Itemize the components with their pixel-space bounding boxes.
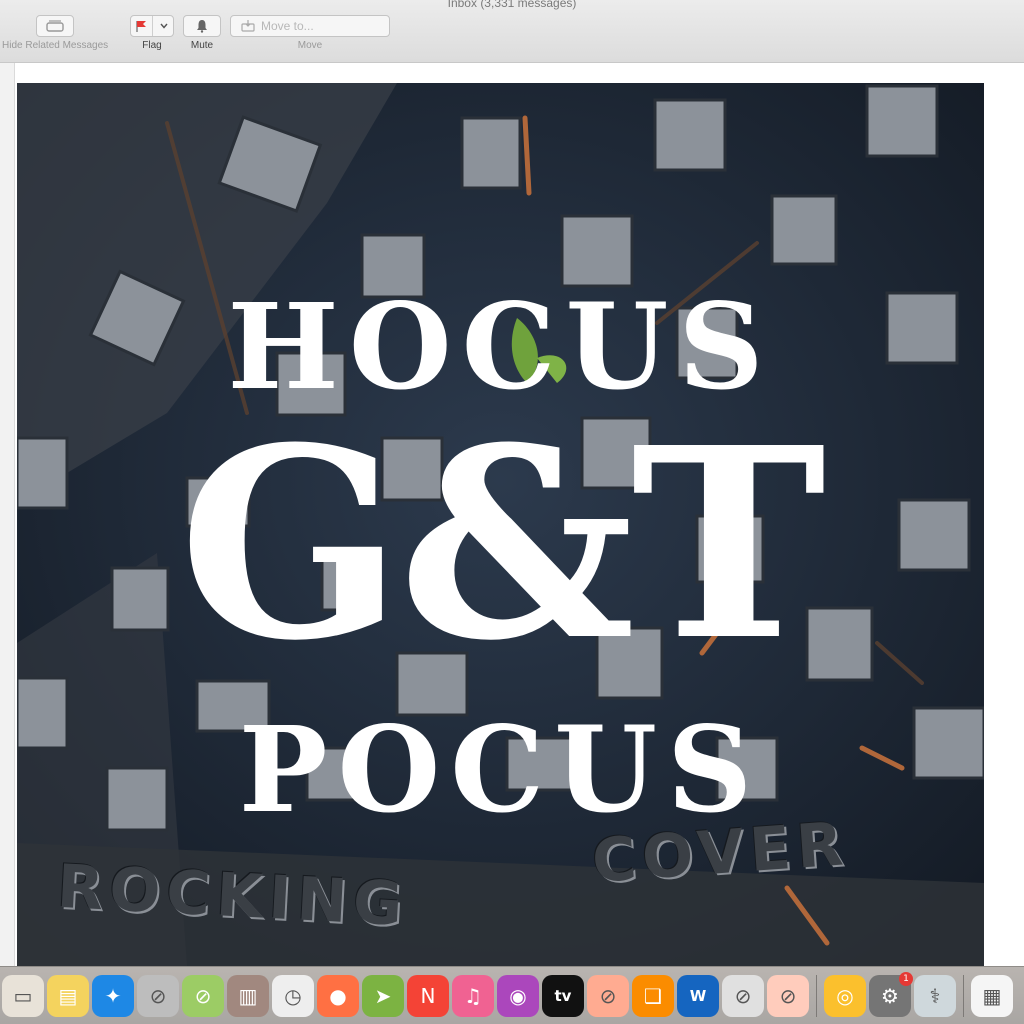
mail-toolbar: Inbox (3,331 messages) Hide Related Mess…: [0, 0, 1024, 63]
stethoscope-icon: ⚕: [929, 983, 941, 1008]
stack-icon: [46, 20, 64, 32]
dock-word[interactable]: W: [677, 974, 719, 1017]
firefox-icon: ●: [329, 983, 347, 1008]
dock-chrome[interactable]: ◎: [824, 974, 866, 1017]
dock-system-preferences[interactable]: ⚙ 1: [869, 971, 913, 1017]
dock-books[interactable]: ❑: [632, 974, 674, 1017]
prohibited-icon: ⊘: [149, 983, 167, 1008]
dock-disabled-app-1[interactable]: ⊘: [137, 974, 179, 1017]
flag-group[interactable]: Flag: [130, 15, 174, 51]
move-placeholder: Move to...: [261, 19, 314, 33]
word-icon: W: [689, 986, 707, 1005]
mute-label: Mute: [190, 40, 214, 51]
flag-label: Flag: [142, 40, 162, 51]
mute-group[interactable]: Mute: [183, 15, 221, 51]
document-icon: ▭: [13, 983, 33, 1008]
notebook-icon: ▥: [238, 983, 258, 1008]
podcasts-icon: ◉: [509, 983, 527, 1008]
prohibited-icon: ⊘: [194, 983, 212, 1008]
dock-stickies[interactable]: ▤: [47, 974, 89, 1017]
music-icon: ♫: [464, 983, 482, 1008]
notification-badge: 1: [899, 971, 913, 986]
dock-notebook-app[interactable]: ▥: [227, 974, 269, 1017]
prohibited-icon: ⊘: [599, 983, 617, 1008]
move-to-field[interactable]: Move to...: [230, 15, 390, 37]
dock-disabled-app-3[interactable]: ⊘: [587, 974, 629, 1017]
chrome-icon: ◎: [836, 983, 854, 1008]
news-icon: N: [420, 983, 436, 1008]
dock-disabled-app-5[interactable]: ⊘: [767, 974, 809, 1017]
book-icon: ❑: [644, 983, 662, 1008]
gear-icon: ⚙: [881, 983, 899, 1008]
move-group[interactable]: Move to... Move: [230, 15, 390, 51]
flag-button[interactable]: [130, 15, 174, 37]
compass-icon: ✦: [104, 983, 122, 1008]
dock-maps[interactable]: ➤: [362, 974, 404, 1017]
chevron-down-icon[interactable]: [153, 16, 175, 36]
maps-icon: ➤: [374, 983, 392, 1008]
hide-related-group[interactable]: Hide Related Messages: [2, 15, 108, 51]
dock-safari[interactable]: ✦: [92, 974, 134, 1017]
title-line-pocus: POCUS: [238, 700, 763, 839]
clock-icon: ◷: [284, 983, 302, 1008]
dock-music[interactable]: ♫: [452, 974, 494, 1017]
prohibited-icon: ⊘: [734, 983, 752, 1008]
album-artwork: ROCKING COVER HOCUS G&T POCUS: [17, 83, 984, 966]
dock-separator: [963, 974, 964, 1017]
dock-screenshot-thumbnail[interactable]: ▦: [971, 974, 1013, 1017]
message-list-edge: [0, 63, 15, 966]
tray-arrow-icon: [241, 20, 255, 32]
image-thumbnail-icon: ▦: [982, 983, 1002, 1008]
flag-icon: [130, 16, 152, 36]
dock-disabled-app-4[interactable]: ⊘: [722, 974, 764, 1017]
title-line-hocus: HOCUS: [227, 277, 774, 416]
window-title: Inbox (3,331 messages): [447, 0, 577, 10]
hide-related-button[interactable]: [36, 15, 75, 37]
prohibited-icon: ⊘: [779, 983, 797, 1008]
tv-icon: tv: [554, 986, 572, 1005]
message-body: ROCKING COVER HOCUS G&T POCUS: [0, 63, 1024, 966]
dock-separator: [816, 974, 817, 1017]
dock-disabled-app-2[interactable]: ⊘: [182, 974, 224, 1017]
mute-button[interactable]: [183, 15, 221, 37]
dock-apple-tv[interactable]: tv: [542, 974, 584, 1017]
dock-firefox[interactable]: ●: [317, 974, 359, 1017]
dock-clock[interactable]: ◷: [272, 974, 314, 1017]
dock-podcasts[interactable]: ◉: [497, 974, 539, 1017]
dock-news[interactable]: N: [407, 974, 449, 1017]
title-line-gt: G&T: [178, 390, 826, 698]
dock: ▭ ▤ ✦ ⊘ ⊘ ▥ ◷ ● ➤ N ♫ ◉ tv ⊘ ❑ W ⊘ ⊘ ◎ ⚙ 1 ⚕ ▦: [0, 966, 1024, 1024]
stickies-icon: ▤: [58, 983, 78, 1008]
dock-utility-app[interactable]: ⚕: [914, 974, 956, 1017]
hide-related-label: Hide Related Messages: [2, 40, 109, 51]
bell-icon: [197, 20, 207, 33]
move-label: Move: [297, 40, 323, 51]
dock-finder-partial[interactable]: ▭: [2, 974, 44, 1017]
